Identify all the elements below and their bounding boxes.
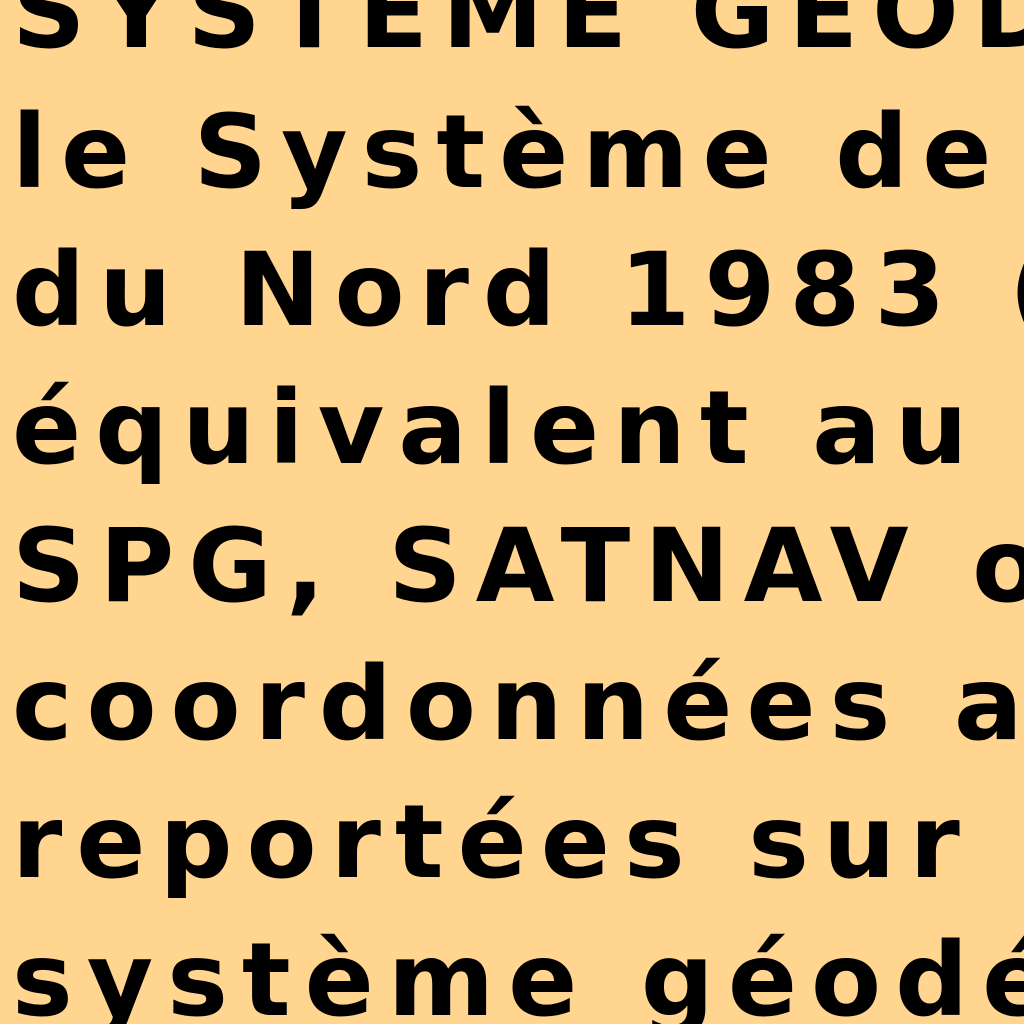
text-line: SPG, SATNAV o (12, 507, 1024, 626)
text-line: reportées sur c (12, 783, 1024, 902)
text-line: système géodés (12, 921, 1024, 1024)
text-line: le Système de r (12, 93, 1024, 212)
text-line: du Nord 1983 (NA (12, 231, 1024, 350)
document-page: SYSTÈME GÉODÉS le Système de r du Nord 1… (0, 0, 1024, 1024)
text-line-heading: SYSTÈME GÉODÉS (12, 0, 1024, 72)
text-line: coordonnées aprè (12, 645, 1024, 764)
text-line: équivalent au NA (12, 369, 982, 488)
